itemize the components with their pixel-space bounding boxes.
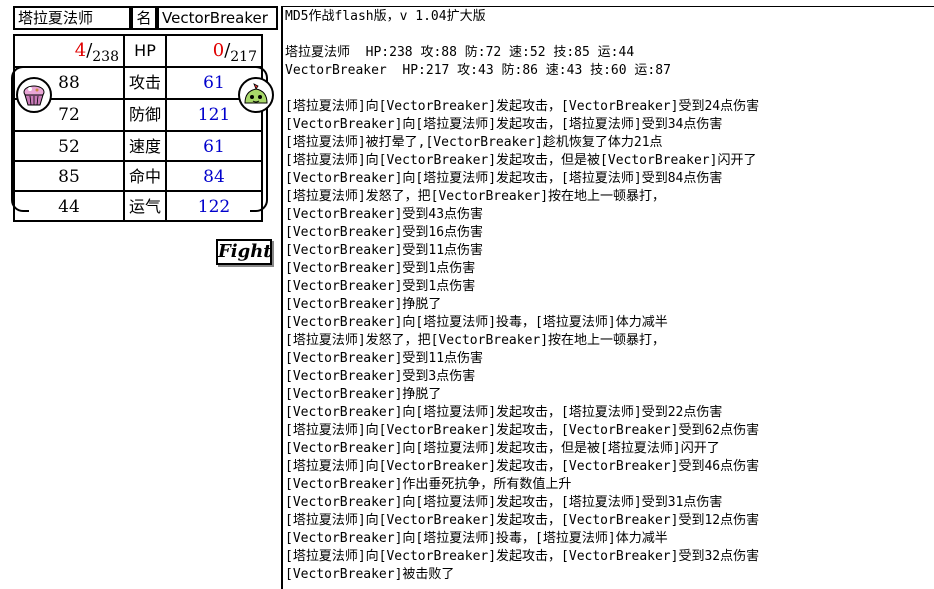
hp-row: 4/238 HP 0/217 (15, 36, 261, 66)
log-line: [塔拉夏法师]向[VectorBreaker]发起攻击，[VectorBreak… (285, 423, 760, 438)
left-hp-current: 4 (74, 40, 87, 61)
stats-table: 4/238 HP 0/217 88 攻击 61 72 防御 121 52 速度 … (13, 34, 263, 222)
log-line: [塔拉夏法师]向[VectorBreaker]发起攻击，[VectorBreak… (285, 513, 760, 528)
log-line: [VectorBreaker]挣脱了 (285, 387, 442, 402)
slime-icon (238, 77, 274, 113)
accuracy-label: 命中 (125, 162, 167, 192)
cupcake-icon (16, 77, 52, 113)
right-speed: 61 (203, 137, 225, 157)
log-line: [VectorBreaker]挣脱了 (285, 297, 442, 312)
log-line: [VectorBreaker]向[塔拉夏法师]投毒，[塔拉夏法师]体力减半 (285, 531, 668, 546)
speed-label: 速度 (125, 132, 167, 162)
defense-label: 防御 (125, 100, 167, 130)
right-luck: 122 (197, 197, 231, 217)
attack-label: 攻击 (125, 68, 167, 98)
panel-divider (281, 6, 283, 589)
log-line: [VectorBreaker]向[塔拉夏法师]发起攻击，[塔拉夏法师]受到31点… (285, 495, 723, 510)
log-line: [VectorBreaker]受到1点伤害 (285, 279, 476, 294)
name-label: 名 (131, 6, 157, 30)
log-line: [VectorBreaker]作出垂死抗争，所有数值上升 (285, 477, 572, 492)
luck-label: 运气 (125, 192, 167, 222)
log-line: [VectorBreaker]受到16点伤害 (285, 225, 484, 240)
log-line: [VectorBreaker]向[塔拉夏法师]发起攻击，[塔拉夏法师]受到34点… (285, 117, 723, 132)
right-hp: 0/217 (167, 36, 261, 66)
log-line: [VectorBreaker]受到43点伤害 (285, 207, 484, 222)
log-line: [VectorBreaker]被击败了 (285, 567, 455, 582)
log-top-border (283, 6, 934, 7)
stats-panel: 塔拉夏法师 名 VectorBreaker 4/238 HP 0/217 88 … (0, 0, 282, 589)
log-line: 塔拉夏法师 HP:238 攻:88 防:72 速:52 技:85 运:44 (285, 45, 635, 60)
log-line: [VectorBreaker]受到1点伤害 (285, 261, 476, 276)
log-line: MD5作战flash版，v 1.04扩大版 (285, 9, 486, 24)
left-hp-max: 238 (92, 49, 119, 65)
speed-row: 52 速度 61 (15, 130, 261, 162)
log-line: [VectorBreaker]向[塔拉夏法师]发起攻击，[塔拉夏法师]受到22点… (285, 405, 723, 420)
log-line: [VectorBreaker]受到11点伤害 (285, 243, 484, 258)
log-line: [VectorBreaker]向[塔拉夏法师]发起攻击，[塔拉夏法师]受到84点… (285, 171, 723, 186)
log-line: [塔拉夏法师]被打晕了,[VectorBreaker]趁机恢复了体力21点 (285, 135, 663, 150)
log-line: [塔拉夏法师]发怒了，把[VectorBreaker]按在地上一顿暴打， (285, 333, 666, 348)
accuracy-row: 85 命中 84 (15, 160, 261, 192)
left-speed: 52 (15, 132, 125, 162)
log-line: [VectorBreaker]受到3点伤害 (285, 369, 476, 384)
right-accuracy: 84 (203, 167, 225, 187)
log-line: [塔拉夏法师]向[VectorBreaker]发起攻击，[VectorBreak… (285, 459, 760, 474)
log-line: VectorBreaker HP:217 攻:43 防:86 速:43 技:60… (285, 63, 671, 78)
right-hp-max: 217 (230, 49, 257, 65)
log-line: [VectorBreaker]向[塔拉夏法师]发起攻击，但是被[塔拉夏法师]闪开… (285, 441, 720, 456)
right-player-name: VectorBreaker (157, 6, 278, 30)
log-line: [VectorBreaker]向[塔拉夏法师]投毒，[塔拉夏法师]体力减半 (285, 315, 668, 330)
log-line: [VectorBreaker]受到11点伤害 (285, 351, 484, 366)
left-hp: 4/238 (15, 36, 125, 66)
battle-log: MD5作战flash版，v 1.04扩大版塔拉夏法师 HP:238 攻:88 防… (285, 8, 930, 584)
right-hp-current: 0 (212, 40, 225, 61)
left-luck: 44 (15, 192, 125, 222)
left-accuracy: 85 (15, 162, 125, 192)
fight-button[interactable]: Fight (216, 239, 272, 265)
luck-row: 44 运气 122 (15, 190, 261, 222)
log-line: [塔拉夏法师]向[VectorBreaker]发起攻击，[VectorBreak… (285, 99, 760, 114)
log-line: [塔拉夏法师]向[VectorBreaker]发起攻击，但是被[VectorBr… (285, 153, 757, 168)
log-line: [塔拉夏法师]向[VectorBreaker]发起攻击，[VectorBreak… (285, 549, 760, 564)
defense-row: 72 防御 121 (15, 98, 261, 130)
left-player-name: 塔拉夏法师 (13, 6, 131, 30)
log-line: [塔拉夏法师]发怒了，把[VectorBreaker]按在地上一顿暴打， (285, 189, 666, 204)
hp-label: HP (125, 36, 167, 66)
